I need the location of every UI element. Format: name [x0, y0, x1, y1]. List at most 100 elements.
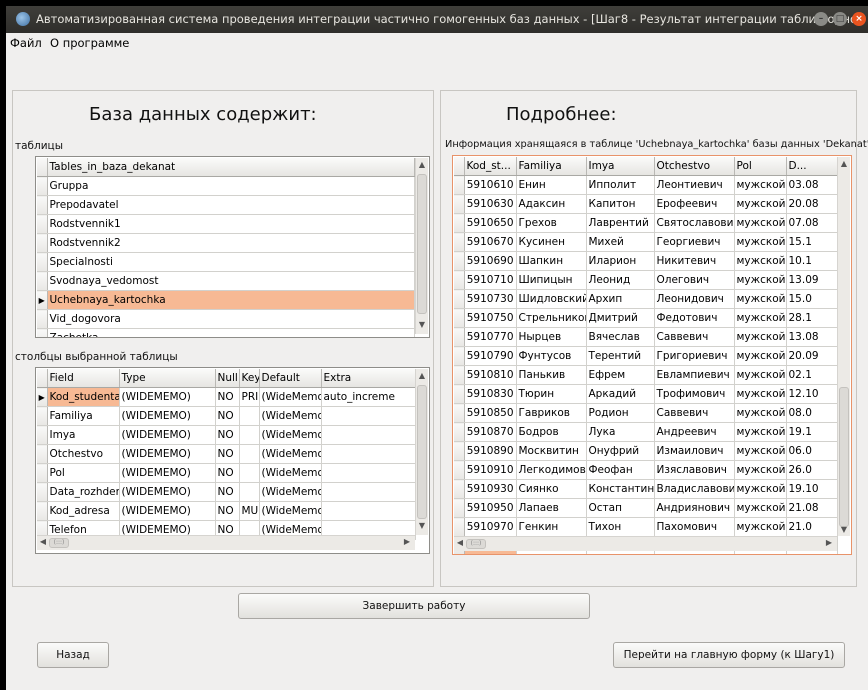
- field-cell[interactable]: (WIDEMEMO): [119, 444, 216, 464]
- record-cell[interactable]: Ерофеевич: [654, 194, 735, 214]
- record-cell[interactable]: мужской: [734, 251, 787, 271]
- record-cell[interactable]: мужской: [734, 403, 787, 423]
- record-cell[interactable]: мужской: [734, 327, 787, 347]
- record-cell[interactable]: 5910910: [464, 460, 517, 480]
- table-list-row[interactable]: Specialnosti: [37, 252, 415, 272]
- record-row[interactable]: 5910890 Москвитин Онуфрий Измаилович мужской…: [454, 441, 838, 461]
- record-row[interactable]: 5910970 Генкин Тихон Пахомович мужской 21.0: [454, 517, 838, 537]
- columns-hscrollbar[interactable]: ◀ (:::) ▶: [37, 535, 415, 550]
- record-cell[interactable]: Иларион: [586, 251, 655, 271]
- record-cell[interactable]: Архип: [586, 289, 655, 309]
- finish-button[interactable]: Завершить работу: [238, 593, 590, 619]
- field-cell[interactable]: (WIDEMEMO): [119, 501, 216, 521]
- row-header[interactable]: [454, 422, 465, 442]
- record-cell[interactable]: мужской: [734, 289, 787, 309]
- record-cell[interactable]: Михей: [586, 232, 655, 252]
- field-cell[interactable]: [239, 482, 260, 502]
- record-row[interactable]: 5910930 Сиянко Константин Владиславович мужс…: [454, 479, 838, 499]
- record-cell[interactable]: 5910750: [464, 308, 517, 328]
- field-cell[interactable]: (WIDEMEMO): [119, 463, 216, 483]
- record-cell[interactable]: мужской: [734, 308, 787, 328]
- row-header[interactable]: [454, 479, 465, 499]
- row-header[interactable]: [37, 309, 48, 329]
- record-cell[interactable]: Константин: [586, 479, 655, 499]
- field-cell[interactable]: [239, 406, 260, 426]
- record-cell[interactable]: 5910790: [464, 346, 517, 366]
- record-cell[interactable]: Лука: [586, 422, 655, 442]
- record-cell[interactable]: Никитевич: [654, 251, 735, 271]
- record-cell[interactable]: 26.0: [786, 460, 838, 480]
- field-cell[interactable]: NO: [215, 406, 240, 426]
- record-row[interactable]: 5910950 Лапаев Остап Андриянович мужской 21.0…: [454, 498, 838, 518]
- record-cell[interactable]: Капитон: [586, 194, 655, 214]
- row-header[interactable]: [37, 176, 48, 196]
- record-cell[interactable]: 5910690: [464, 251, 517, 271]
- record-cell[interactable]: Изяславович: [654, 460, 735, 480]
- row-header[interactable]: [37, 482, 48, 502]
- record-cell[interactable]: 5910710: [464, 270, 517, 290]
- record-cell[interactable]: 10.1: [786, 251, 838, 271]
- maximize-button[interactable]: □: [833, 12, 847, 26]
- column-header[interactable]: Key: [239, 369, 260, 388]
- record-cell[interactable]: Олегович: [654, 270, 735, 290]
- row-header[interactable]: [454, 346, 465, 366]
- field-row[interactable]: ▶Kod_studenta(WIDEMEMO)NOPRI(WideMemo)au…: [37, 387, 416, 407]
- record-cell[interactable]: 5910930: [464, 479, 517, 499]
- record-row[interactable]: 5910850 Гавриков Родион Саввевич мужской 08.0: [454, 403, 838, 423]
- record-row[interactable]: 5910730 Шидловский Архип Леонидович мужской 1…: [454, 289, 838, 309]
- field-cell[interactable]: Imya: [47, 425, 120, 445]
- row-header[interactable]: [454, 498, 465, 518]
- record-cell[interactable]: мужской: [734, 270, 787, 290]
- record-cell[interactable]: 5910870: [464, 422, 517, 442]
- record-cell[interactable]: 21.0: [786, 517, 838, 537]
- record-cell[interactable]: Легкодимов: [516, 460, 587, 480]
- record-cell[interactable]: Нырцев: [516, 327, 587, 347]
- menu-file[interactable]: Файл: [10, 36, 42, 50]
- record-cell[interactable]: мужской: [734, 498, 787, 518]
- row-header[interactable]: [37, 271, 48, 291]
- hscroll-thumb[interactable]: (:::): [49, 538, 69, 548]
- record-cell[interactable]: 5910850: [464, 403, 517, 423]
- table-list-row[interactable]: Rodstvennik2: [37, 233, 415, 253]
- columns-vscrollbar[interactable]: ▲ ▼: [415, 369, 428, 535]
- field-cell[interactable]: [321, 406, 416, 426]
- record-column-header[interactable]: Pol: [734, 157, 787, 176]
- record-cell[interactable]: Терентий: [586, 346, 655, 366]
- scroll-thumb[interactable]: [417, 385, 427, 519]
- record-row[interactable]: 5910630 Адаксин Капитон Ерофеевич мужской 20.…: [454, 194, 838, 214]
- row-header[interactable]: [454, 365, 465, 385]
- record-cell[interactable]: Григориевич: [654, 346, 735, 366]
- table-list-row[interactable]: Zachetka: [37, 328, 415, 337]
- record-cell[interactable]: Ефрем: [586, 365, 655, 385]
- record-row[interactable]: 5910910 Легкодимов Феофан Изяславович мужско…: [454, 460, 838, 480]
- row-header[interactable]: [454, 403, 465, 423]
- field-cell[interactable]: PRI: [239, 387, 260, 407]
- scroll-right-icon[interactable]: ▶: [401, 537, 413, 546]
- record-cell[interactable]: мужской: [734, 517, 787, 537]
- field-cell[interactable]: Pol: [47, 463, 120, 483]
- record-cell[interactable]: Ипполит: [586, 175, 655, 195]
- record-cell[interactable]: Стрельников: [516, 308, 587, 328]
- field-cell[interactable]: (WideMemo): [259, 387, 322, 407]
- record-cell[interactable]: Тюрин: [516, 384, 587, 404]
- record-cell[interactable]: Феофан: [586, 460, 655, 480]
- record-row[interactable]: 5910810 Панькив Ефрем Евлампиевич мужской 02.…: [454, 365, 838, 385]
- record-cell[interactable]: мужской: [734, 365, 787, 385]
- record-cell[interactable]: мужской: [734, 194, 787, 214]
- record-cell[interactable]: мужской: [734, 175, 787, 195]
- record-cell[interactable]: 20.09: [786, 346, 838, 366]
- record-cell[interactable]: Вячеслав: [586, 327, 655, 347]
- tables-header-cell[interactable]: Tables_in_baza_dekanat: [47, 158, 415, 177]
- record-cell[interactable]: мужской: [734, 346, 787, 366]
- row-header[interactable]: [37, 252, 48, 272]
- table-name-cell[interactable]: Vid_dogovora: [47, 309, 415, 329]
- record-cell[interactable]: Андреевич: [654, 422, 735, 442]
- row-header[interactable]: [37, 425, 48, 445]
- record-cell[interactable]: 13.09: [786, 270, 838, 290]
- row-header[interactable]: [37, 328, 48, 337]
- field-cell[interactable]: [321, 463, 416, 483]
- record-row[interactable]: 5910790 Фунтусов Терентий Григориевич мужско…: [454, 346, 838, 366]
- row-header[interactable]: [37, 406, 48, 426]
- column-header[interactable]: Null: [215, 369, 240, 388]
- record-cell[interactable]: Измаилович: [654, 441, 735, 461]
